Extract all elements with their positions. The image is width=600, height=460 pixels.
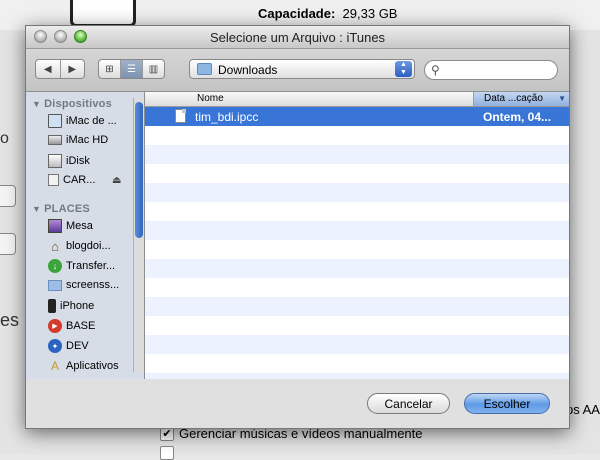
search-field[interactable]: ⚲ [424,60,558,80]
bg-checkbox-row[interactable] [160,446,174,460]
empty-row [145,240,569,259]
sidebar-item-transfer[interactable]: ↓ Transfer... [48,259,115,273]
column-headers: Nome Data ...cação ▼ [145,92,569,107]
sidebar: ▼ Dispositivos iMac de ... iMac HD iDisk … [26,92,145,379]
dialog-titlebar: Selecione um Arquivo : iTunes [26,26,569,49]
dialog-toolbar: ◀ ▶ ⊞ ☰ ▥ Downloads ▲ ▼ ⚲ [26,49,569,92]
capacity-readout: Capacidade: 29,33 GB [258,6,398,21]
empty-row [145,316,569,335]
checkbox-unchecked[interactable] [160,446,174,460]
sidebar-item-aplicativos[interactable]: A Aplicativos [48,359,119,373]
sidebar-places-header[interactable]: ▼ PLACES [32,203,90,215]
icon-view-icon[interactable]: ⊞ [99,60,121,78]
cancel-button[interactable]: Cancelar [367,393,450,414]
column-header-name[interactable]: Nome [197,93,224,104]
open-file-dialog: Selecione um Arquivo : iTunes ◀ ▶ ⊞ ☰ ▥ … [25,25,570,429]
location-popup[interactable]: Downloads ▲ ▼ [189,59,415,79]
empty-row [145,278,569,297]
choose-button[interactable]: Escolher [464,393,550,414]
sidebar-item-idisk[interactable]: iDisk [48,154,90,168]
history-nav: ◀ ▶ [35,59,85,79]
sidebar-item-car[interactable]: CAR... [48,174,95,186]
sidebar-item-screenshots[interactable]: screenss... [48,279,119,291]
empty-row [145,373,569,379]
sidebar-scroll-thumb[interactable] [135,102,143,238]
imac-icon [48,114,62,128]
idisk-icon [48,154,62,168]
empty-row [145,145,569,164]
file-list: Nome Data ...cação ▼ tim_bdi.ipcc Ontem, … [145,92,569,379]
folder-icon [48,279,62,291]
sidebar-item-base[interactable]: ▶ BASE [48,319,95,333]
empty-row [145,202,569,221]
bg-text-fragment: o [0,130,9,147]
sidebar-scrollbar[interactable] [133,98,144,372]
search-icon: ⚲ [431,63,440,77]
compass-icon: ✦ [48,339,62,353]
iphone-image [70,0,136,27]
column-view-icon[interactable]: ▥ [143,60,164,78]
eject-icon[interactable]: ⏏ [112,175,121,186]
hard-drive-icon [48,135,62,145]
back-arrow-icon[interactable]: ◀ [36,60,61,78]
forward-arrow-icon[interactable]: ▶ [61,60,85,78]
sidebar-item-imac[interactable]: iMac de ... [48,114,117,128]
view-mode-switcher: ⊞ ☰ ▥ [98,59,165,79]
empty-row [145,183,569,202]
empty-row [145,297,569,316]
empty-row [145,335,569,354]
disclosure-triangle-icon: ▼ [32,99,42,109]
download-icon: ↓ [48,259,62,273]
bg-text-fragment: es [0,310,20,330]
sidebar-item-imac-hd[interactable]: iMac HD [48,134,108,146]
applications-icon: A [50,359,59,373]
document-icon [175,109,186,123]
popup-arrows-icon: ▲ ▼ [395,61,412,77]
empty-row [145,221,569,240]
empty-row [145,259,569,278]
file-row[interactable]: tim_bdi.ipcc Ontem, 04... [145,107,569,126]
record-icon: ▶ [48,319,62,333]
disk-icon [48,174,59,186]
disclosure-triangle-icon: ▼ [32,204,42,214]
dialog-title: Selecione um Arquivo : iTunes [209,30,386,45]
folder-icon [197,63,212,75]
column-header-date[interactable]: Data ...cação ▼ [473,92,569,106]
desktop-icon [48,219,62,233]
bg-right-text: ps AA [566,402,600,417]
sidebar-item-mesa[interactable]: Mesa [48,219,93,233]
bg-button-fragment [0,185,16,207]
iphone-icon [48,299,56,313]
sidebar-item-iphone[interactable]: iPhone [48,299,94,313]
sidebar-item-home[interactable]: ⌂ blogdoi... [48,238,111,254]
sidebar-devices-header[interactable]: ▼ Dispositivos [32,98,112,110]
list-view-icon[interactable]: ☰ [121,60,143,78]
empty-row [145,164,569,183]
location-label: Downloads [218,63,278,77]
empty-row [145,354,569,373]
sort-descending-icon: ▼ [558,94,566,103]
empty-row [145,126,569,145]
home-icon: ⌂ [51,238,59,254]
sidebar-item-dev[interactable]: ✦ DEV [48,339,89,353]
bg-button-fragment [0,233,16,255]
